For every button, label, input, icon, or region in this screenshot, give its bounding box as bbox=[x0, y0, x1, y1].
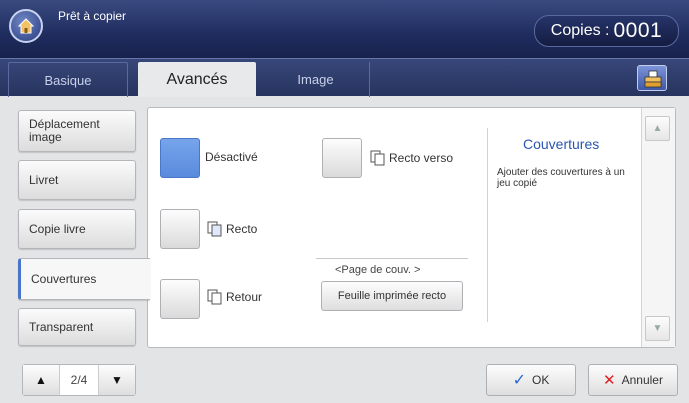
sidebar-item-couvertures[interactable]: Couvertures bbox=[18, 258, 150, 300]
option-recto-button[interactable] bbox=[160, 209, 200, 249]
copies-counter[interactable]: Copies : 0001 bbox=[534, 15, 679, 47]
copies-label: Copies : bbox=[550, 22, 610, 39]
option-desactive-label: Désactivé bbox=[205, 150, 258, 164]
copies-value: 0001 bbox=[613, 19, 663, 42]
sidebar-item-deplacement-image[interactable]: Déplacement image bbox=[18, 110, 136, 152]
page-indicator: 2/4 bbox=[59, 365, 99, 395]
page-up-button[interactable]: ▲ bbox=[23, 365, 59, 395]
page-de-couv-label: <Page de couv. > bbox=[335, 264, 421, 276]
tray-icon bbox=[644, 70, 662, 88]
cancel-label: Annuler bbox=[621, 373, 663, 387]
option-retour-button[interactable] bbox=[160, 279, 200, 319]
ok-button[interactable]: ✓ OK bbox=[486, 364, 576, 396]
help-title: Couvertures bbox=[523, 136, 600, 152]
page-navigator: ▲ 2/4 ▼ bbox=[22, 364, 136, 396]
tab-basique[interactable]: Basique bbox=[8, 62, 128, 97]
option-desactive-button[interactable] bbox=[160, 138, 200, 178]
triangle-up-icon: ▲ bbox=[652, 123, 663, 134]
single-page-icon bbox=[207, 221, 222, 237]
ok-label: OK bbox=[532, 373, 550, 387]
help-description: Ajouter des couvertures à un jeu copié bbox=[497, 167, 625, 189]
divider bbox=[316, 258, 468, 259]
tab-bar: Basique Avancés Image bbox=[0, 58, 689, 97]
option-retour: Retour bbox=[207, 289, 262, 305]
check-icon: ✓ bbox=[512, 372, 527, 389]
home-icon bbox=[17, 18, 35, 34]
option-retour-label: Retour bbox=[226, 290, 263, 304]
sidebar-item-copie-livre[interactable]: Copie livre bbox=[18, 209, 136, 249]
option-recto-verso-button[interactable] bbox=[322, 138, 362, 178]
option-recto-verso: Recto verso bbox=[370, 150, 453, 166]
scroll-down-button[interactable]: ▼ bbox=[645, 316, 670, 341]
feuille-imprimee-recto-button[interactable]: Feuille imprimée recto bbox=[321, 281, 463, 311]
page-down-button[interactable]: ▼ bbox=[99, 365, 135, 395]
option-recto: Recto bbox=[207, 221, 257, 237]
triangle-up-icon: ▲ bbox=[35, 373, 47, 387]
tab-image[interactable]: Image bbox=[262, 62, 370, 97]
status-text: Prêt à copier bbox=[58, 9, 127, 23]
back-page-icon bbox=[207, 289, 222, 305]
sidebar-item-livret[interactable]: Livret bbox=[18, 160, 136, 200]
home-button[interactable] bbox=[9, 9, 43, 43]
header-bar: Prêt à copier Copies : 0001 bbox=[0, 0, 689, 58]
job-status-button[interactable] bbox=[637, 65, 667, 91]
close-icon: ✕ bbox=[603, 372, 616, 389]
triangle-down-icon: ▼ bbox=[652, 323, 663, 334]
vertical-divider bbox=[487, 128, 488, 322]
option-recto-label: Recto bbox=[226, 222, 258, 236]
double-page-icon bbox=[370, 150, 385, 166]
triangle-down-icon: ▼ bbox=[111, 373, 123, 387]
tab-avances[interactable]: Avancés bbox=[138, 62, 256, 97]
scrollbar[interactable] bbox=[641, 108, 675, 347]
cancel-button[interactable]: ✕ Annuler bbox=[588, 364, 678, 396]
sidebar-item-transparent[interactable]: Transparent bbox=[18, 308, 136, 346]
option-recto-verso-label: Recto verso bbox=[389, 151, 454, 165]
scroll-up-button[interactable]: ▲ bbox=[645, 116, 670, 141]
